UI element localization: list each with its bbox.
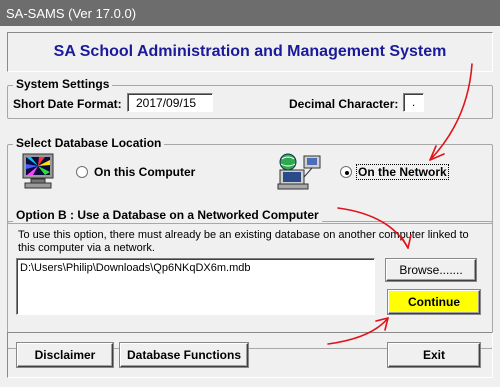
exit-button-label: Exit [422,348,445,362]
header-panel: SA School Administration and Management … [7,32,493,72]
radio-label-on-this-computer[interactable]: On this Computer [94,165,195,179]
browse-button[interactable]: Browse....... [386,259,476,281]
decimal-character-value: . [411,95,416,109]
disclaimer-button-label: Disclaimer [34,348,96,362]
database-functions-button-label: Database Functions [126,348,242,362]
database-functions-button[interactable]: Database Functions [120,343,248,367]
network-option-description: To use this option, there must already b… [18,229,469,254]
short-date-label: Short Date Format: [13,97,122,111]
radio-on-this-computer[interactable] [76,166,88,178]
database-path-field[interactable]: D:\Users\Philip\Downloads\Qp6NKqDX6m.mdb [16,258,375,315]
window-title-bar[interactable]: SA-SAMS (Ver 17.0.0) [0,0,500,26]
exit-button[interactable]: Exit [388,343,480,367]
database-path-value: D:\Users\Philip\Downloads\Qp6NKqDX6m.mdb [20,262,251,274]
radio-on-the-network[interactable] [340,166,352,178]
main-window: SA School Administration and Management … [0,26,500,387]
computer-icon [19,152,59,190]
continue-button[interactable]: Continue [388,290,480,314]
short-date-value: 2017/09/15 [136,96,197,110]
radio-label-on-the-network[interactable]: On the Network [356,164,449,180]
continue-button-label: Continue [408,295,460,309]
database-location-title: Select Database Location [13,136,165,150]
page-title: SA School Administration and Management … [53,43,447,60]
decimal-character-label: Decimal Character: [289,97,399,111]
browse-button-label: Browse....... [399,263,463,277]
short-date-field[interactable]: 2017/09/15 [127,93,213,112]
window-title: SA-SAMS (Ver 17.0.0) [6,6,137,21]
disclaimer-button[interactable]: Disclaimer [17,343,113,367]
network-computer-icon [274,153,324,191]
decimal-character-field[interactable]: . [403,93,424,112]
network-option-title: Option B : Use a Database on a Networked… [13,208,322,222]
radio-selected-dot [345,171,349,175]
system-settings-title: System Settings [13,77,113,91]
